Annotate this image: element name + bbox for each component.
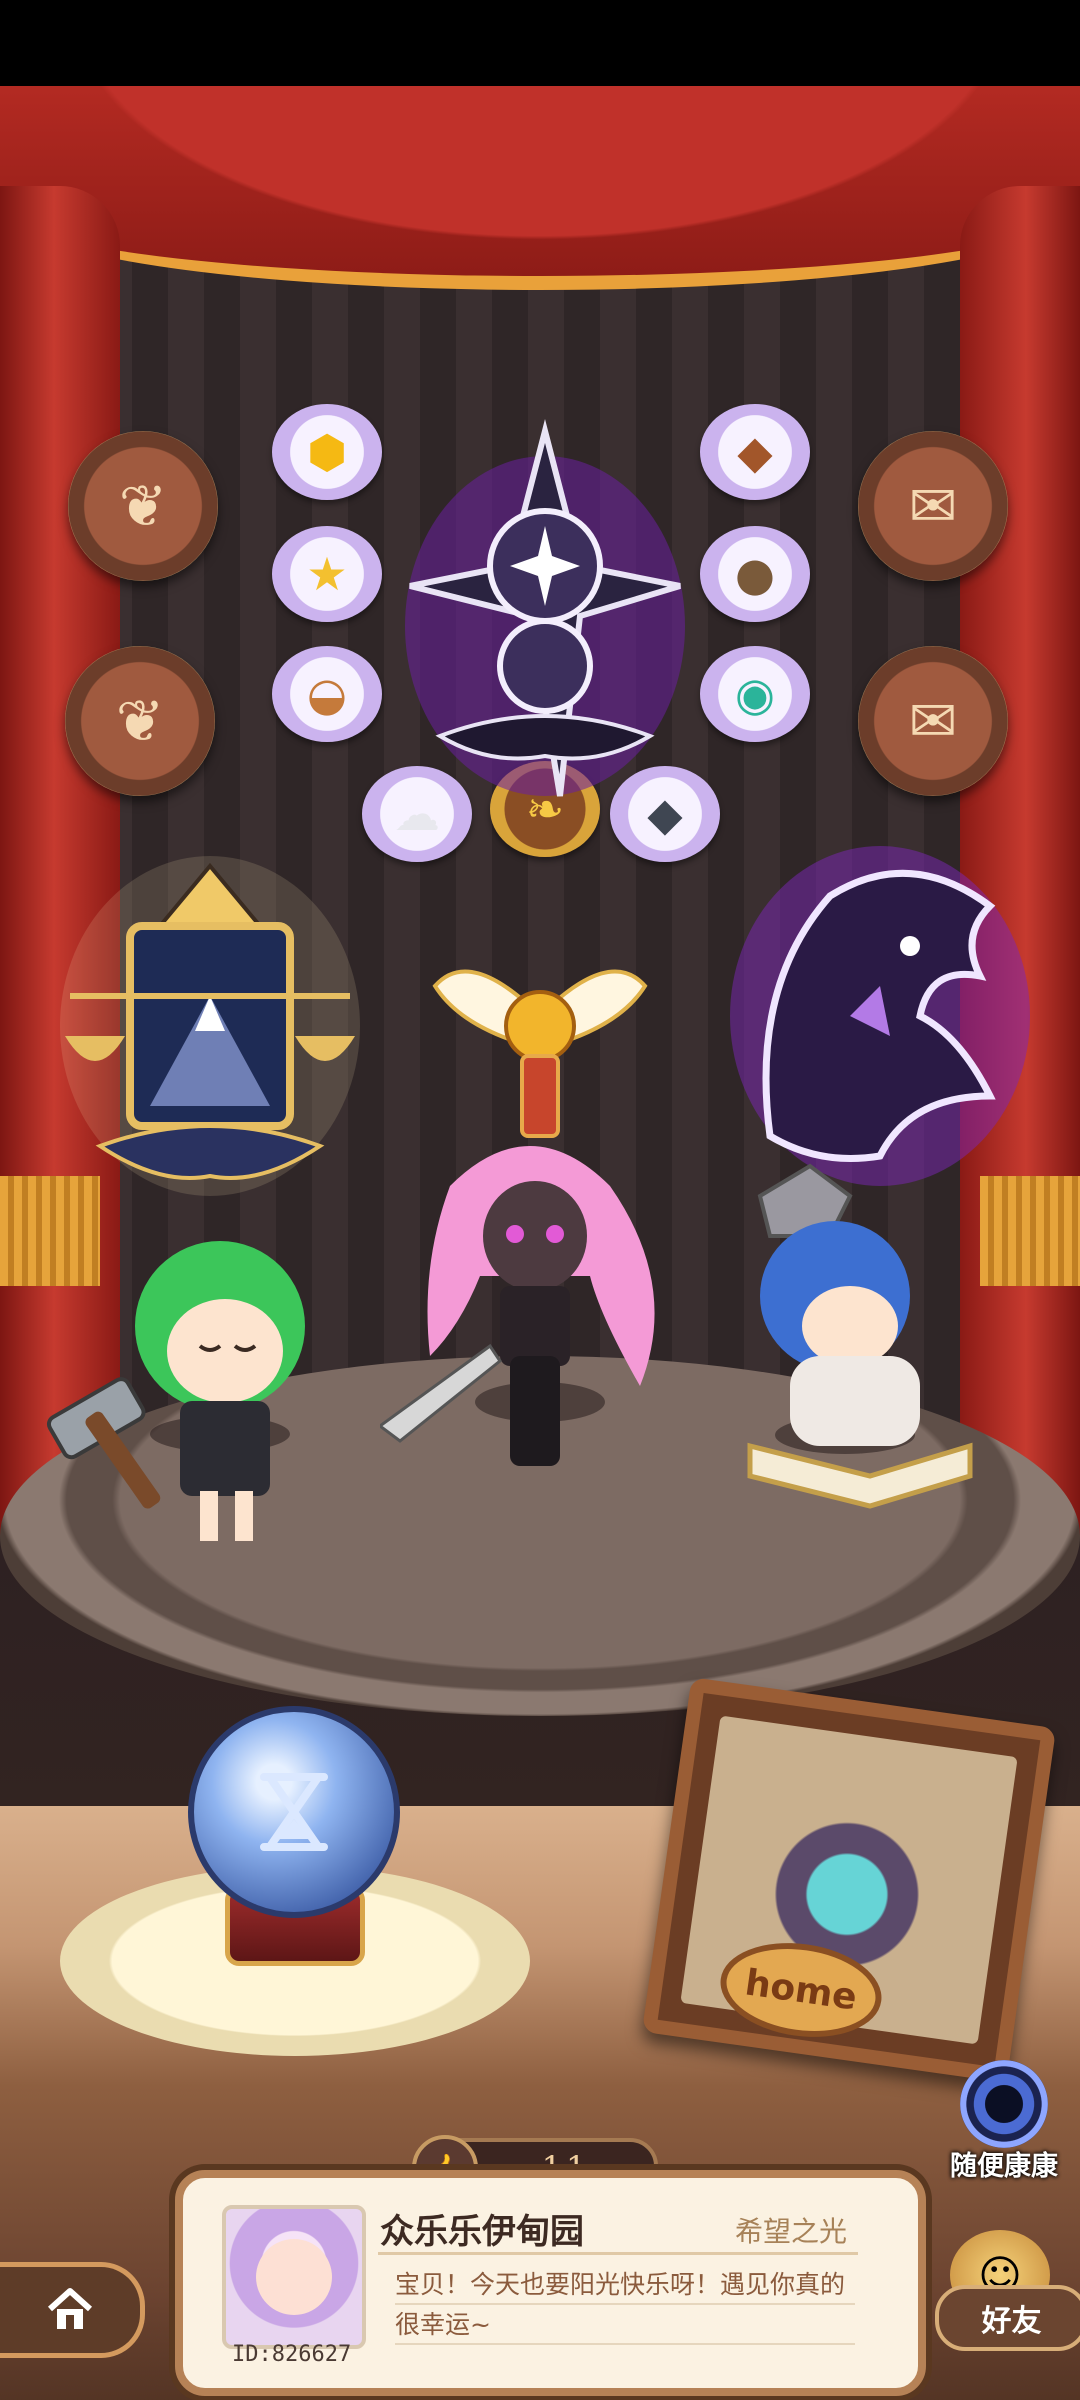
winged-torch-emblem[interactable] (430, 946, 650, 1146)
portal-icon[interactable] (960, 2060, 1048, 2148)
player-name: 众乐乐伊甸园 (380, 2212, 584, 2252)
compass-star-emblem[interactable] (400, 416, 690, 816)
home-icon (47, 2288, 93, 2329)
crest-icon: ❦ (115, 687, 165, 755)
friends-button[interactable]: 好友 (935, 2285, 1080, 2351)
blue-hair-character[interactable] (730, 1146, 990, 1526)
honeycomb-icon: ⬢ (306, 425, 348, 479)
hourglass-orb[interactable] (188, 1706, 400, 1918)
ring-icon: ◉ (734, 667, 776, 721)
player-motto: 宝贝！今天也要阳光快乐呀！遇见你真的很幸运~ (395, 2265, 855, 2345)
star-item[interactable]: ★ (272, 526, 382, 622)
honeycomb-item[interactable]: ⬢ (272, 404, 382, 500)
curtain-valance (0, 86, 1080, 290)
scales-lantern-emblem[interactable] (60, 846, 360, 1226)
avatar[interactable] (222, 2205, 366, 2349)
scroll-icon: ✉ (908, 687, 958, 755)
home-button[interactable] (0, 2262, 145, 2358)
player-title: 希望之光 (735, 2215, 848, 2248)
scroll-icon: ✉ (908, 472, 958, 540)
hourglass-icon (260, 1773, 328, 1851)
stage-scene: ❦ ❦ ✉ ✉ ⬢ ★ ◒ ◆ ● ◉ ☁ ❧ ◆ home (0, 86, 1080, 2400)
shell-icon: ◒ (306, 667, 348, 721)
user-id: ID:826627 (232, 2342, 352, 2367)
crest-medallion[interactable]: ❦ (68, 431, 218, 581)
random-visit-label[interactable]: 随便康康 (950, 2144, 1058, 2183)
stones-item[interactable]: ● (700, 526, 810, 622)
scroll-medallion[interactable]: ✉ (858, 431, 1008, 581)
ring-item[interactable]: ◉ (700, 646, 810, 742)
ore-icon: ◆ (737, 425, 773, 479)
divider (378, 2252, 858, 2255)
crest-medallion[interactable]: ❦ (65, 646, 215, 796)
stones-icon: ● (734, 547, 776, 601)
home-plaque-label: home (742, 1961, 860, 2019)
pink-hair-character[interactable] (380, 1126, 690, 1486)
shell-item[interactable]: ◒ (272, 646, 382, 742)
green-hair-character[interactable] (40, 1226, 340, 1556)
star-icon: ★ (306, 547, 348, 601)
ore-item[interactable]: ◆ (700, 404, 810, 500)
crest-icon: ❦ (118, 472, 168, 540)
avatar-face (256, 2239, 332, 2315)
scroll-medallion[interactable]: ✉ (858, 646, 1008, 796)
